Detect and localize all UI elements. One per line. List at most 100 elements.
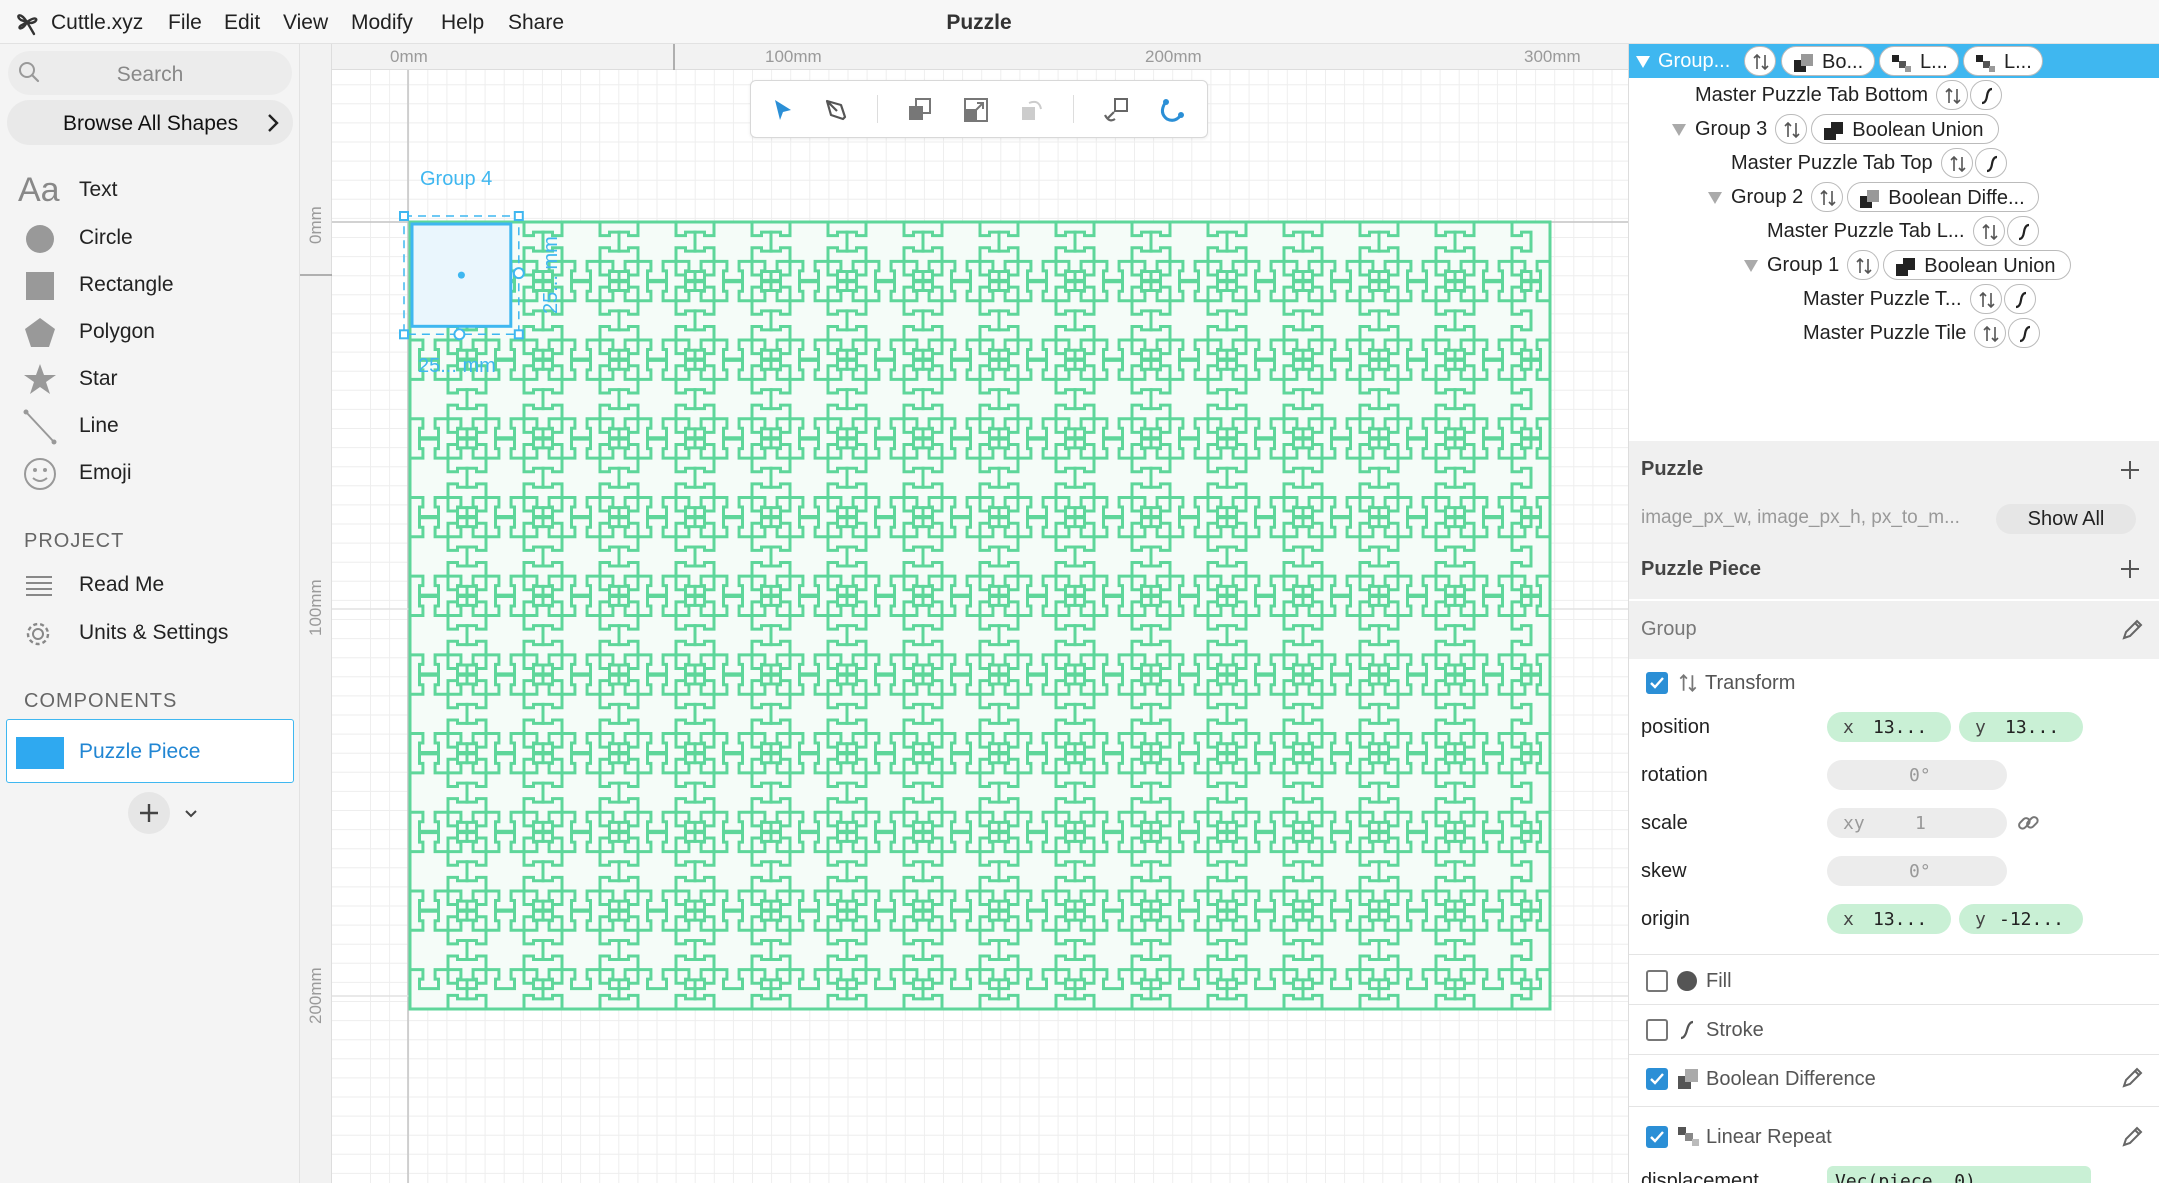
grab-icon[interactable] — [1099, 93, 1133, 127]
transform-chip[interactable] — [1775, 114, 1808, 144]
shape-emoji[interactable]: Emoji — [0, 452, 300, 494]
layer-tree: Group... Bo... L... L... Master Puzzle T… — [1629, 44, 2159, 444]
search-input[interactable]: Search — [8, 51, 292, 95]
tree-row[interactable]: Group 2 Boolean Diffe... — [1629, 180, 2159, 214]
project-units-settings[interactable]: Units & Settings — [0, 612, 300, 654]
shape-circle[interactable]: Circle — [0, 217, 300, 259]
bring-front-icon[interactable] — [903, 93, 937, 127]
chevron-down-icon[interactable] — [181, 804, 201, 824]
tree-modifier-pill[interactable]: Boolean Union — [1811, 114, 2000, 144]
fill-checkbox[interactable] — [1646, 970, 1668, 992]
stroke-checkbox[interactable] — [1646, 1019, 1668, 1041]
plus-icon[interactable] — [2119, 558, 2141, 580]
stroke-chip[interactable] — [2003, 284, 2036, 314]
origin-y-field[interactable]: y -12... — [1959, 904, 2083, 934]
expand-triangle-icon[interactable] — [1635, 55, 1651, 69]
link-icon[interactable] — [2015, 810, 2041, 836]
pencil-icon[interactable] — [2119, 1065, 2145, 1091]
pencil-icon[interactable] — [2119, 617, 2145, 643]
tree-modifier-pill[interactable]: L... — [1879, 46, 1959, 76]
tree-modifier-pill[interactable]: Bo... — [1781, 46, 1875, 76]
stroke-icon — [2020, 325, 2031, 343]
rotation-field[interactable]: 0° — [1827, 760, 2007, 790]
show-all-button[interactable]: Show All — [1996, 504, 2136, 534]
transform-chip[interactable] — [1974, 318, 2007, 348]
transform-icon — [1950, 155, 1966, 173]
origin-label: origin — [1641, 908, 1690, 930]
selection-width-label[interactable]: 25... mm — [418, 355, 496, 378]
position-label: position — [1641, 716, 1710, 738]
puzzle-params-text[interactable]: image_px_w, image_px_h, px_to_m... — [1641, 507, 1960, 529]
tree-row[interactable]: Master Puzzle Tab Bottom — [1629, 78, 2159, 112]
shape-star[interactable]: Star — [0, 358, 300, 400]
puzzle-pattern[interactable] — [300, 44, 1628, 1183]
scale-icon[interactable] — [959, 93, 993, 127]
tree-row[interactable]: Master Puzzle Tab Top — [1629, 146, 2159, 180]
transform-icon — [1856, 257, 1872, 275]
displacement-field[interactable]: Vec(piece, 0) — [1827, 1166, 2091, 1183]
browse-all-shapes-button[interactable]: Browse All Shapes — [7, 100, 293, 145]
transform-icon — [1784, 121, 1800, 139]
project-section-title: PROJECT — [24, 530, 125, 552]
magnet-icon[interactable] — [1155, 93, 1189, 127]
boolean-union-icon — [1896, 258, 1916, 276]
tree-row[interactable]: Master Puzzle Tile — [1629, 316, 2159, 350]
shape-emoji-label: Emoji — [79, 461, 132, 484]
expand-triangle-icon[interactable] — [1707, 191, 1723, 205]
stroke-chip[interactable] — [1970, 80, 2003, 110]
project-read-me[interactable]: Read Me — [0, 564, 300, 606]
shape-text[interactable]: Aa Text — [0, 169, 300, 211]
skew-field[interactable]: 0° — [1827, 856, 2007, 886]
transform-chip[interactable] — [1811, 182, 1844, 212]
transform-checkbox[interactable] — [1646, 672, 1668, 694]
fill-circle-icon — [1677, 971, 1697, 991]
transform-chip[interactable] — [1972, 216, 2005, 246]
selection-height-label[interactable]: 25... mm — [540, 236, 563, 314]
tree-row[interactable]: Group 1 Boolean Union — [1629, 248, 2159, 282]
tree-row-selected-group[interactable]: Group... Bo... L... L... — [1629, 44, 2159, 78]
line-icon — [23, 409, 57, 445]
stroke-chip[interactable] — [2006, 216, 2039, 246]
expand-triangle-icon[interactable] — [1671, 123, 1687, 137]
pointer-tool-icon[interactable] — [765, 93, 799, 127]
top-bar: Cuttle.xyz File Edit View Modify Help Sh… — [0, 0, 2159, 44]
canvas[interactable]: 0mm 100mm 200mm 300mm 0mm 100mm 200mm Gr… — [300, 44, 1628, 1183]
add-component-button[interactable] — [128, 792, 170, 834]
shape-polygon[interactable]: Polygon — [0, 311, 300, 353]
boolean-difference-checkbox[interactable] — [1646, 1068, 1668, 1090]
linear-repeat-checkbox[interactable] — [1646, 1126, 1668, 1148]
transform-icon — [1983, 325, 1999, 343]
shape-rectangle[interactable]: Rectangle — [0, 264, 300, 306]
pencil-icon[interactable] — [2119, 1124, 2145, 1150]
tree-row[interactable]: Group 3 Boolean Union — [1629, 112, 2159, 146]
tree-modifier-pill[interactable]: Boolean Diffe... — [1847, 182, 2040, 212]
transform-chip[interactable] — [1936, 80, 1969, 110]
rotate-icon[interactable] — [1015, 93, 1049, 127]
shape-line[interactable]: Line — [0, 405, 300, 447]
scale-field[interactable]: xy 1 — [1827, 808, 2007, 838]
origin-x-field[interactable]: x 13... — [1827, 904, 1951, 934]
position-y-field[interactable]: y 13... — [1959, 712, 2083, 742]
axis-y-label: y — [1975, 717, 1986, 738]
shape-polygon-label: Polygon — [79, 320, 155, 343]
tree-modifier-pill[interactable]: Boolean Union — [1883, 250, 2072, 280]
scale-value: 1 — [1915, 813, 1926, 834]
search-placeholder: Search — [116, 63, 184, 86]
transform-chip[interactable] — [1969, 284, 2002, 314]
component-puzzle-piece[interactable]: Puzzle Piece — [6, 719, 294, 783]
shape-circle-label: Circle — [79, 226, 133, 249]
tree-modifier-pill[interactable]: L... — [1963, 46, 2043, 76]
pen-tool-icon[interactable] — [819, 93, 853, 127]
transform-chip[interactable] — [1940, 148, 1973, 178]
plus-icon[interactable] — [2119, 459, 2141, 481]
position-x-field[interactable]: x 13... — [1827, 712, 1951, 742]
show-all-label: Show All — [2027, 508, 2105, 530]
tree-row[interactable]: Master Puzzle Tab L... — [1629, 214, 2159, 248]
stroke-chip[interactable] — [2008, 318, 2041, 348]
expand-triangle-icon[interactable] — [1743, 259, 1759, 273]
transform-chip[interactable] — [1847, 250, 1880, 280]
transform-chip[interactable] — [1744, 46, 1776, 76]
tree-row[interactable]: Master Puzzle T... — [1629, 282, 2159, 316]
stroke-chip[interactable] — [1974, 148, 2007, 178]
displacement-value: Vec(piece, 0) — [1835, 1171, 1976, 1183]
